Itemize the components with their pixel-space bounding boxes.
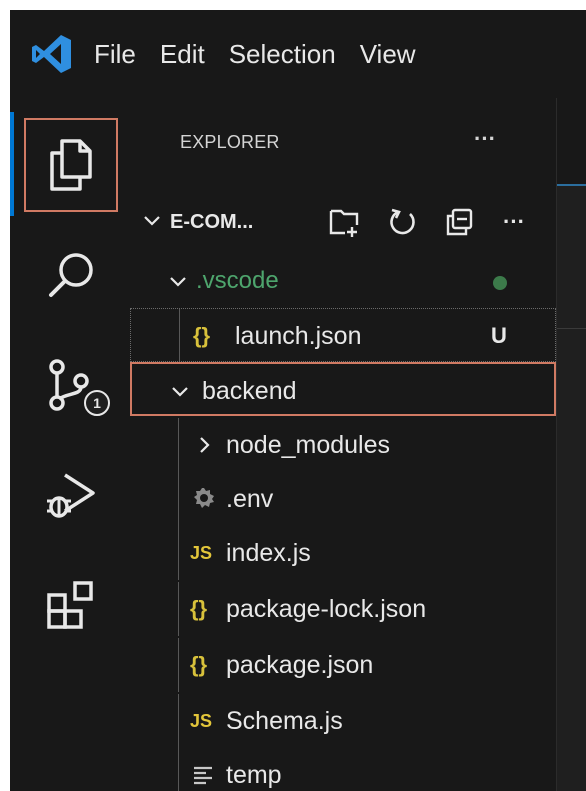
activity-bar: 1 — [10, 98, 130, 791]
tree-label: node_modules — [226, 431, 391, 459]
tree-file-package-json[interactable]: {} package.json — [130, 638, 556, 692]
tree-file-temp[interactable]: temp — [130, 748, 556, 791]
tree-label: package.json — [226, 651, 374, 679]
editor-tab-bar — [557, 98, 586, 186]
vscode-window: File Edit Selection View 1 EXPLORER ··· … — [10, 10, 586, 791]
run-debug-icon — [47, 473, 95, 518]
workspace-root-label: E-COM... — [170, 211, 254, 233]
indent-guide — [178, 582, 179, 636]
refresh-button[interactable] — [384, 204, 420, 240]
menu-edit[interactable]: Edit — [148, 10, 217, 98]
chevron-down-icon — [172, 387, 188, 397]
indent-guide — [178, 748, 179, 791]
new-file-button[interactable] — [326, 204, 362, 240]
new-file-icon — [329, 209, 359, 237]
json-file-icon: {} — [190, 652, 208, 677]
tree-file-env[interactable]: .env — [130, 472, 556, 526]
tree-label: package-lock.json — [226, 595, 427, 623]
tree-label: index.js — [226, 539, 311, 567]
tree-folder-vscode[interactable]: .vscode — [130, 254, 556, 308]
files-icon — [50, 139, 92, 191]
git-status-dot — [493, 276, 507, 290]
js-file-icon: JS — [190, 710, 213, 731]
extensions-icon — [47, 581, 93, 629]
tree-label: temp — [226, 761, 282, 789]
explorer-header: EXPLORER ··· — [130, 98, 556, 186]
collapse-all-icon — [446, 208, 473, 236]
tree-file-index-js[interactable]: JS index.js — [130, 526, 556, 580]
json-file-icon: {} — [193, 323, 211, 348]
indent-guide — [178, 694, 179, 748]
activity-extensions[interactable] — [24, 558, 118, 652]
indent-guide — [179, 309, 180, 361]
gear-icon — [194, 488, 214, 508]
menu-file[interactable]: File — [82, 10, 148, 98]
tree-label: launch.json — [235, 322, 362, 350]
tree-label: backend — [202, 377, 297, 405]
explorer-title: EXPLORER — [180, 132, 280, 152]
chevron-right-icon — [200, 437, 210, 453]
activity-search[interactable] — [24, 228, 118, 322]
indent-guide — [178, 526, 179, 580]
tree-file-package-lock-json[interactable]: {} package-lock.json — [130, 582, 556, 636]
tree-file-launch-json[interactable]: {} launch.json U — [130, 308, 556, 362]
indent-guide — [178, 638, 179, 692]
indent-guide — [178, 418, 179, 472]
text-file-icon — [194, 766, 212, 785]
menu-view[interactable]: View — [348, 10, 428, 98]
menu-selection[interactable]: Selection — [217, 10, 348, 98]
tree-folder-backend[interactable]: backend — [130, 362, 556, 416]
tree-label: .env — [226, 485, 274, 513]
js-file-icon: JS — [190, 542, 213, 563]
git-status-badge: U — [491, 323, 507, 348]
activity-run-debug[interactable] — [24, 448, 118, 542]
chevron-down-icon — [144, 216, 160, 226]
json-file-icon: {} — [190, 596, 208, 621]
source-control-badge: 1 — [84, 390, 110, 416]
activity-explorer[interactable] — [24, 118, 118, 212]
explorer-more-button[interactable]: ··· — [474, 126, 496, 152]
activity-source-control[interactable]: 1 — [24, 338, 118, 432]
editor-area[interactable] — [556, 98, 586, 791]
tree-folder-node-modules[interactable]: node_modules — [130, 418, 556, 472]
tree-label: .vscode — [196, 267, 279, 294]
vscode-logo-icon — [22, 10, 82, 98]
active-indicator — [10, 112, 14, 216]
collapse-all-button[interactable] — [442, 204, 478, 240]
search-icon — [49, 253, 93, 297]
indent-guide — [178, 472, 179, 526]
chevron-down-icon — [170, 277, 186, 287]
workspace-root[interactable]: E-COM... ··· — [130, 196, 556, 248]
editor-divider — [557, 328, 586, 329]
root-more-button[interactable]: ··· — [496, 204, 532, 240]
tree-label: Schema.js — [226, 707, 343, 735]
refresh-icon — [390, 208, 415, 235]
explorer-sidebar: EXPLORER ··· E-COM... ··· .vscode {} lau… — [130, 98, 556, 791]
tree-file-schema-js[interactable]: JS Schema.js — [130, 694, 556, 748]
menu-bar: File Edit Selection View — [10, 10, 586, 98]
